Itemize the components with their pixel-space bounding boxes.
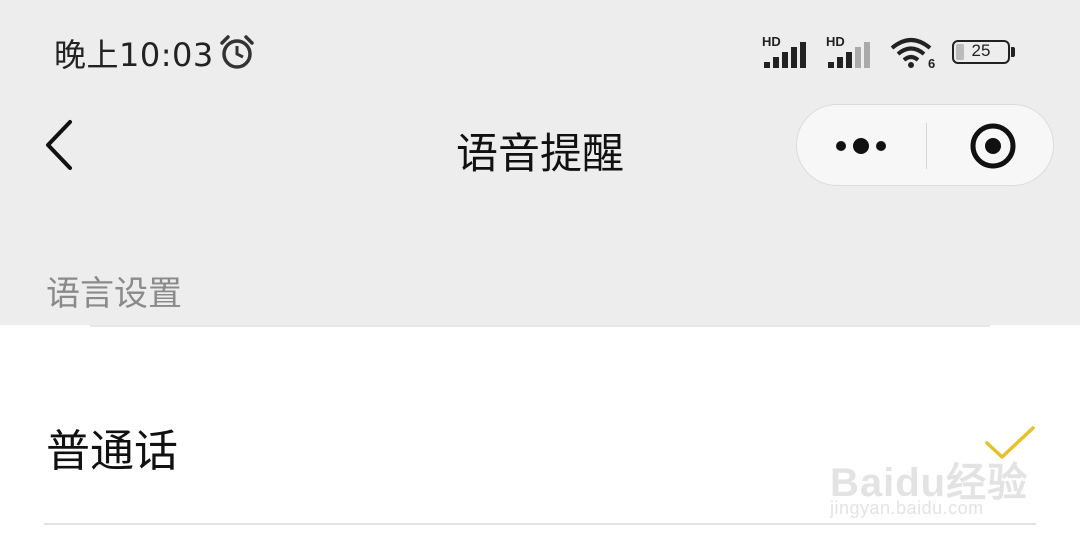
more-dots-icon [836,138,886,154]
option-label: 普通话 [46,426,178,477]
more-button[interactable] [797,105,925,185]
divider [90,325,990,327]
battery-level: 25 [971,41,991,60]
status-indicators: HD HD 6 25 [762,34,1018,74]
nav-bar: 语音提醒 [0,100,1080,190]
wifi-label: 6 [928,56,936,71]
status-bar: 晚上10:03 HD HD 6 25 [0,0,1080,100]
alarm-icon [218,34,256,74]
close-button[interactable] [927,105,1055,185]
signal-icon: HD [826,34,878,72]
divider [44,523,1036,525]
target-circle-icon [970,123,1016,169]
mini-program-capsule [796,104,1054,186]
battery-icon: 25 [952,40,1018,68]
status-time: 晚上10:03 [54,36,214,74]
chevron-left-icon [46,120,72,170]
section-header: 语言设置 [46,274,182,314]
watermark-url: jingyan.baidu.com [830,498,984,518]
signal-icon: HD [762,34,814,72]
wifi-icon: 6 [890,36,940,72]
back-button[interactable] [40,118,84,172]
watermark: Baidu经验 jingyan.baidu.com [830,432,1040,522]
